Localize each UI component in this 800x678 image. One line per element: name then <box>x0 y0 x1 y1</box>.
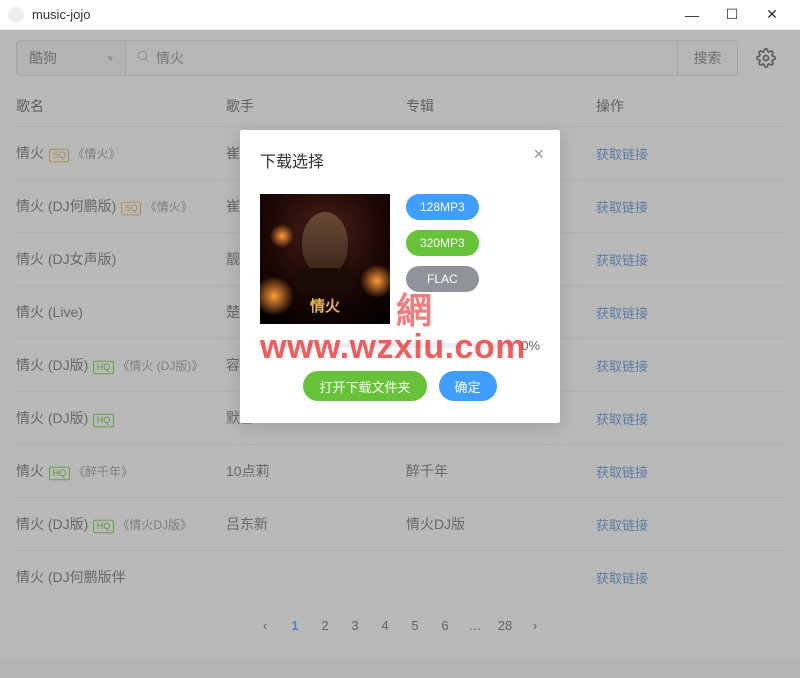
modal-overlay: 下载选择 × 情火 128MP3 320MP3 FLAC 0% 打开下载文件夹 确定 <box>0 30 800 678</box>
window-title: music-jojo <box>32 7 672 22</box>
progress-bar <box>260 343 513 348</box>
quality-320MP3[interactable]: 320MP3 <box>406 230 479 256</box>
close-button[interactable]: ✕ <box>752 0 792 30</box>
quality-list: 128MP3 320MP3 FLAC <box>406 194 479 324</box>
album-cover: 情火 <box>260 194 390 324</box>
download-modal: 下载选择 × 情火 128MP3 320MP3 FLAC 0% 打开下载文件夹 确定 <box>240 130 560 423</box>
maximize-button[interactable]: ☐ <box>712 0 752 30</box>
titlebar: music-jojo — ☐ ✕ <box>0 0 800 30</box>
modal-close-button[interactable]: × <box>533 144 544 165</box>
cover-title: 情火 <box>310 295 340 316</box>
minimize-button[interactable]: — <box>672 0 712 30</box>
confirm-button[interactable]: 确定 <box>439 371 497 401</box>
open-folder-button[interactable]: 打开下载文件夹 <box>303 371 426 401</box>
app-icon <box>8 7 24 23</box>
quality-128MP3[interactable]: 128MP3 <box>406 194 479 220</box>
quality-FLAC[interactable]: FLAC <box>406 266 479 292</box>
modal-title: 下载选择 <box>260 148 540 172</box>
progress-text: 0% <box>521 338 540 353</box>
progress: 0% <box>260 338 540 353</box>
